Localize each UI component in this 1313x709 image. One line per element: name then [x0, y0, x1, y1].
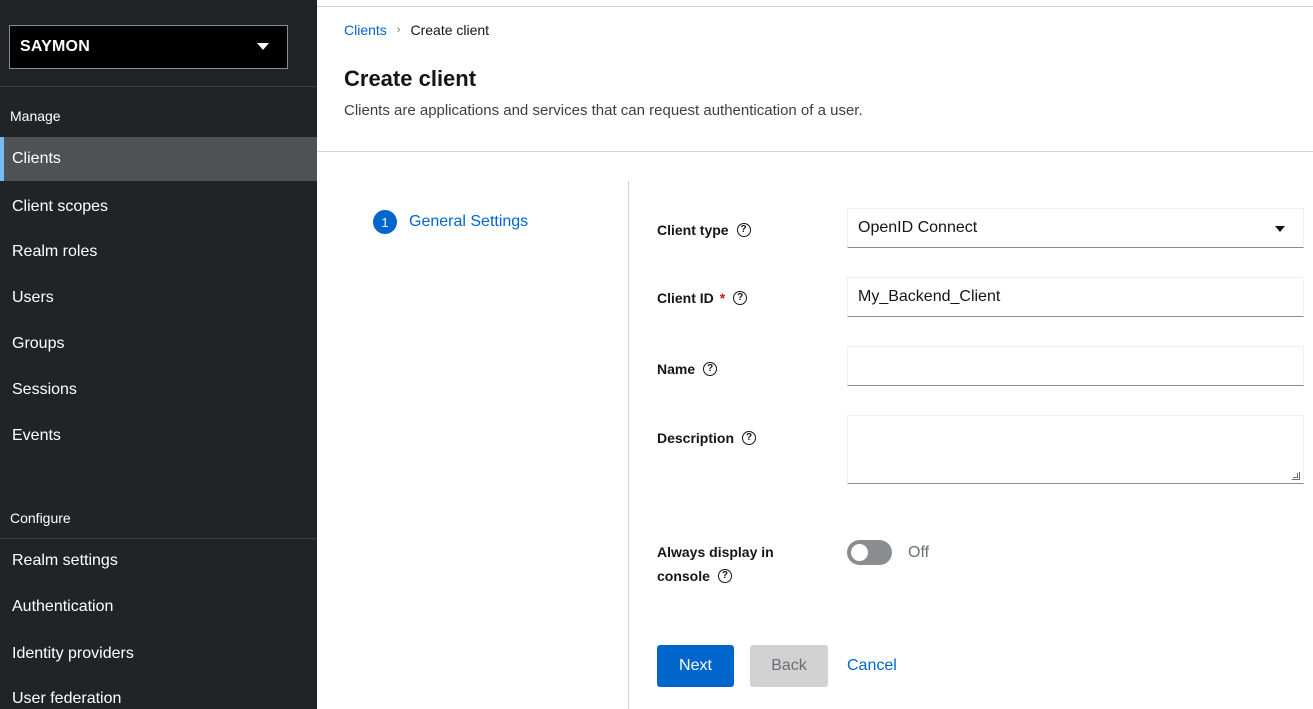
toggle-state-label: Off [908, 543, 930, 561]
realm-name: SAYMON [20, 38, 90, 55]
toggle-knob [851, 544, 868, 561]
label-text: Name [657, 361, 696, 377]
sidebar-item-label: User federation [12, 690, 122, 707]
sidebar-item-label: Users [12, 289, 54, 306]
sidebar-divider [0, 86, 317, 87]
resize-handle-icon[interactable] [1292, 472, 1300, 480]
description-label: Description? [657, 427, 757, 449]
name-label: Name? [657, 358, 718, 380]
sidebar-item-label: Identity providers [12, 645, 134, 662]
app-root: SAYMON Manage Clients Client scopes Real… [0, 0, 1313, 709]
wizard-divider [628, 181, 629, 709]
step-label: General Settings [409, 213, 529, 230]
sidebar-item-realm-roles[interactable]: Realm roles [0, 230, 317, 274]
header-divider [317, 151, 1313, 152]
sidebar-section-configure: Configure [10, 510, 71, 526]
caret-down-icon [257, 43, 269, 50]
help-icon[interactable]: ? [733, 291, 748, 306]
description-textarea[interactable] [847, 415, 1304, 484]
client-id-value: My_Backend_Client [858, 288, 1001, 305]
wizard-step-general-settings[interactable]: 1 General Settings [373, 210, 528, 234]
page-description: Clients are applications and services th… [344, 102, 863, 119]
client-type-select[interactable]: OpenID Connect [847, 208, 1304, 248]
sidebar-item-client-scopes[interactable]: Client scopes [0, 185, 317, 229]
sidebar-item-label: Authentication [12, 598, 114, 615]
sidebar-item-label: Events [12, 427, 61, 444]
client-id-input[interactable]: My_Backend_Client [847, 277, 1304, 317]
help-icon[interactable]: ? [742, 431, 757, 446]
sidebar-item-label: Realm settings [12, 552, 118, 569]
help-icon[interactable]: ? [703, 362, 718, 377]
required-indicator: * [719, 290, 726, 306]
label-text-line2: console [657, 568, 710, 584]
help-icon[interactable]: ? [717, 569, 732, 584]
sidebar-item-clients[interactable]: Clients [0, 137, 317, 181]
next-button[interactable]: Next [657, 645, 734, 687]
sidebar-item-sessions[interactable]: Sessions [0, 368, 317, 412]
breadcrumb-link-clients[interactable]: Clients [344, 22, 387, 38]
realm-selector[interactable]: SAYMON [9, 25, 288, 69]
name-input[interactable] [847, 346, 1304, 386]
client-type-value: OpenID Connect [858, 219, 978, 236]
sidebar-item-identity-providers[interactable]: Identity providers [0, 632, 317, 676]
label-text-line1: Always display in [657, 544, 774, 560]
cancel-button[interactable]: Cancel [847, 645, 927, 687]
label-text: Client ID [657, 290, 714, 306]
sidebar-item-users[interactable]: Users [0, 276, 317, 320]
sidebar: SAYMON Manage Clients Client scopes Real… [0, 0, 317, 709]
client-type-label: Client type? [657, 219, 751, 241]
sidebar-item-events[interactable]: Events [0, 414, 317, 458]
chevron-right-icon: › [396, 24, 401, 36]
sidebar-item-label: Realm roles [12, 243, 98, 260]
sidebar-item-label: Groups [12, 335, 65, 352]
client-id-label: Client ID *? [657, 287, 748, 309]
sidebar-item-label: Sessions [12, 381, 77, 398]
breadcrumb: Clients › Create client [344, 22, 489, 38]
toggle-switch[interactable] [847, 540, 892, 565]
always-display-toggle[interactable]: Off [847, 540, 929, 565]
always-display-label: Always display in console? [657, 540, 817, 588]
back-button[interactable]: Back [750, 645, 828, 687]
sidebar-item-user-federation[interactable]: User federation [0, 677, 317, 709]
label-text: Client type [657, 222, 729, 238]
label-text: Description [657, 430, 735, 446]
caret-down-icon [1275, 226, 1285, 232]
main-content: Clients › Create client Create client Cl… [317, 0, 1313, 709]
sidebar-item-label: Clients [12, 150, 61, 167]
sidebar-item-authentication[interactable]: Authentication [0, 585, 317, 629]
page-title: Create client [344, 66, 477, 91]
sidebar-item-label: Client scopes [12, 198, 109, 215]
sidebar-item-groups[interactable]: Groups [0, 322, 317, 366]
top-divider [317, 6, 1313, 7]
breadcrumb-current: Create client [410, 22, 490, 38]
help-icon[interactable]: ? [736, 223, 751, 238]
step-number-badge: 1 [373, 210, 397, 234]
sidebar-item-realm-settings[interactable]: Realm settings [0, 539, 317, 583]
sidebar-section-manage: Manage [10, 108, 61, 124]
